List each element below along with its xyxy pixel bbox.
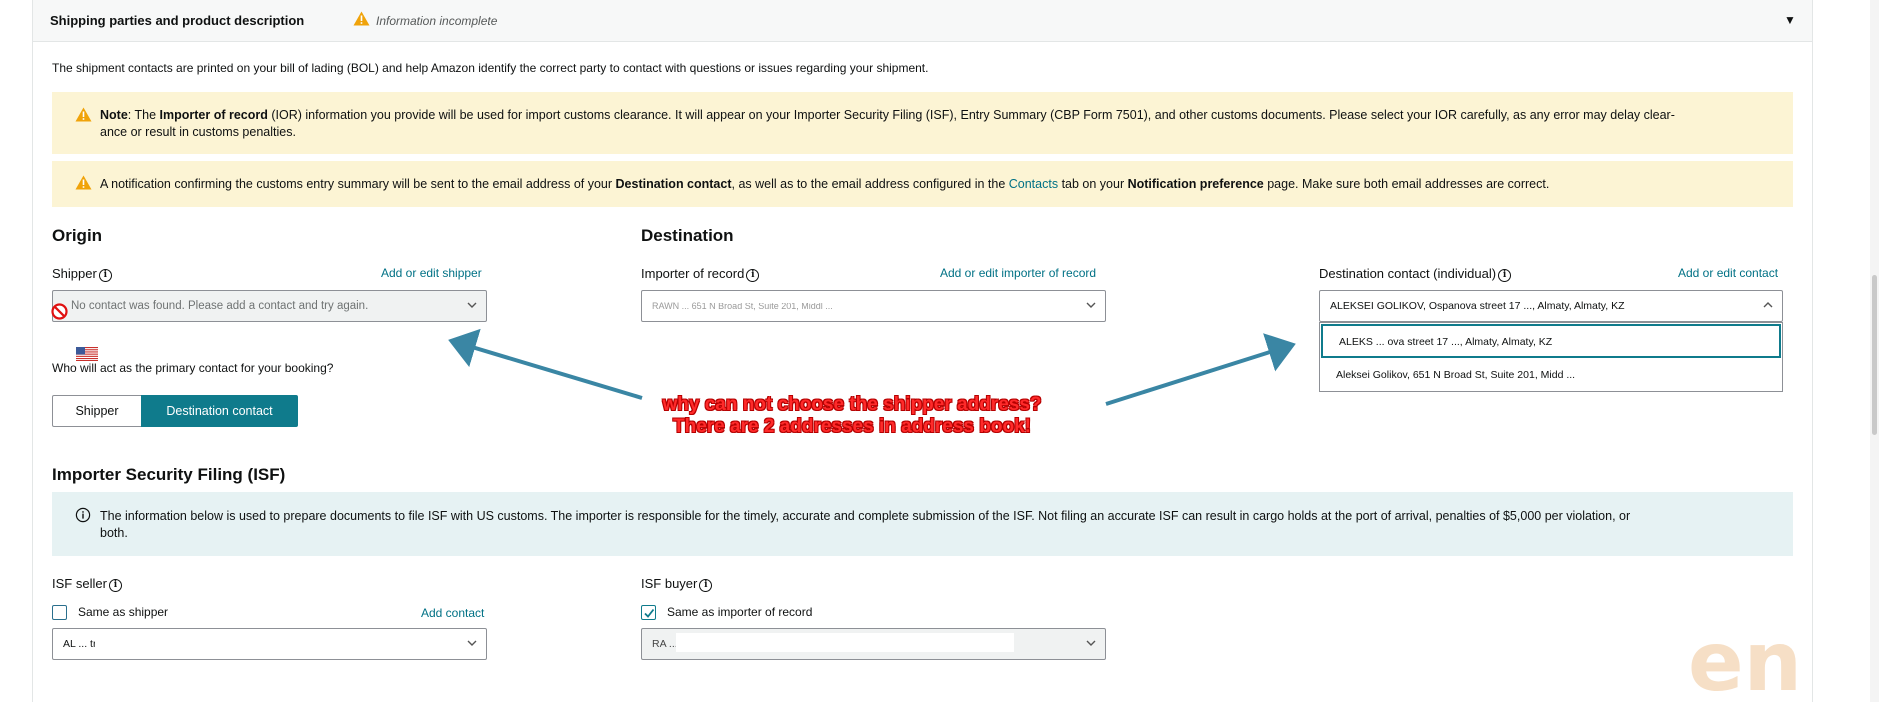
notification-text: A notification confirming the customs en… xyxy=(100,177,1550,191)
shipper-select[interactable]: No contact was found. Please add a conta… xyxy=(52,290,487,322)
destination-heading: Destination xyxy=(641,226,734,245)
annotation-text: why can not choose the shipper address? … xyxy=(662,394,1042,437)
section-status: Information incomplete xyxy=(376,14,498,28)
add-edit-shipper-link[interactable]: Add or edit shipper xyxy=(381,266,482,280)
watermark-logo: en xyxy=(1688,615,1802,710)
add-edit-ior-link[interactable]: Add or edit importer of record xyxy=(940,266,1096,280)
same-as-shipper-label: Same as shipper xyxy=(78,605,169,619)
contacts-link[interactable]: Contacts xyxy=(1009,177,1058,191)
shipper-label: Shipper i xyxy=(52,266,112,282)
chevron-down-icon xyxy=(467,302,477,308)
warning-icon xyxy=(75,107,92,122)
info-icon[interactable]: i xyxy=(98,269,112,282)
redaction xyxy=(95,631,280,657)
primary-contact-question: Who will act as the primary contact for … xyxy=(52,361,334,375)
chevron-down-icon xyxy=(1086,640,1096,646)
redaction xyxy=(700,293,1000,303)
same-as-ior-checkbox[interactable] xyxy=(641,605,656,620)
not-allowed-cursor-icon xyxy=(51,303,68,320)
scrollbar-thumb[interactable] xyxy=(1872,275,1877,435)
warning-icon xyxy=(75,175,92,190)
info-icon[interactable]: i xyxy=(746,269,760,282)
toggle-shipper[interactable]: Shipper xyxy=(52,395,142,427)
chevron-down-icon xyxy=(1086,302,1096,308)
us-flag-icon xyxy=(76,347,98,361)
add-edit-contact-link[interactable]: Add or edit contact xyxy=(1678,266,1778,280)
same-as-ior-label: Same as importer of record xyxy=(667,605,813,619)
section-title: Shipping parties and product description xyxy=(50,13,305,28)
add-contact-link[interactable]: Add contact xyxy=(421,606,484,620)
ior-label: Importer of record i xyxy=(641,266,760,282)
warning-icon xyxy=(353,11,370,26)
checkmark-icon xyxy=(644,608,655,618)
isf-buyer-label: ISF buyer i xyxy=(641,576,713,592)
collapse-caret-icon[interactable]: ▼ xyxy=(1784,13,1796,27)
info-circle-icon xyxy=(75,507,91,523)
redaction xyxy=(1340,326,1720,334)
isf-heading: Importer Security Filing (ISF) xyxy=(52,465,286,484)
redaction xyxy=(1520,291,1680,298)
toggle-destination-contact[interactable]: Destination contact xyxy=(141,395,298,427)
isf-seller-label: ISF seller i xyxy=(52,576,122,592)
chevron-down-icon xyxy=(467,640,477,646)
redaction xyxy=(1340,361,1720,370)
isf-info-text: The information below is used to prepare… xyxy=(100,509,1631,540)
same-as-shipper-checkbox[interactable] xyxy=(52,605,67,620)
info-icon[interactable]: i xyxy=(108,579,122,592)
origin-heading: Origin xyxy=(52,226,103,245)
destination-contact-label: Destination contact (individual) i xyxy=(1319,266,1512,282)
intro-text: The shipment contacts are printed on you… xyxy=(52,61,929,75)
chevron-up-icon xyxy=(1763,302,1773,308)
info-icon[interactable]: i xyxy=(1498,269,1512,282)
ior-note-text: Note: The Importer of record (IOR) infor… xyxy=(100,108,1675,139)
info-icon[interactable]: i xyxy=(699,579,713,592)
redaction xyxy=(676,633,1014,652)
